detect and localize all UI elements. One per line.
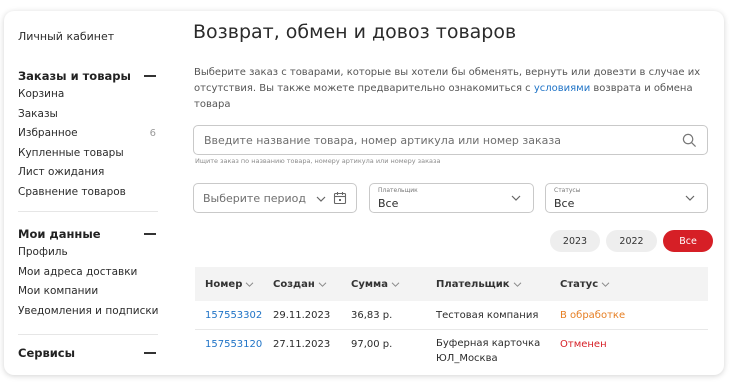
chevron-down-icon — [513, 281, 521, 287]
sidebar-item-label: Корзина — [18, 88, 65, 100]
year-all-button[interactable]: Все — [663, 230, 713, 252]
sidebar-item-label: Уведомления и подписки — [18, 304, 159, 317]
page-description: Выберите заказ с товарами, которые вы хо… — [194, 65, 706, 113]
sidebar: Личный кабинет Заказы и товары Корзина З… — [4, 11, 169, 375]
sidebar-item-purchased[interactable]: Купленные товары — [18, 144, 158, 164]
sidebar-item-favorites[interactable]: Избранное 6 — [18, 124, 158, 144]
calendar-icon[interactable] — [333, 191, 347, 205]
sidebar-divider — [18, 334, 158, 335]
payer-value: Все — [378, 197, 399, 210]
sidebar-cabinet-link[interactable]: Личный кабинет — [18, 30, 114, 43]
conditions-link[interactable]: условиями — [534, 83, 590, 94]
sidebar-item-label: Сравнение товаров — [18, 185, 126, 198]
search-hint: Ищите заказ по названию товара, номеру а… — [195, 157, 441, 165]
order-status: В обработке — [560, 310, 626, 321]
year-filter: 2023 2022 Все — [550, 230, 713, 252]
period-picker[interactable]: Выберите период — [193, 183, 357, 213]
sidebar-item-notifications[interactable]: Уведомления и подписки — [18, 302, 159, 322]
search-input[interactable]: Введите название товара, номер артикула … — [193, 125, 708, 155]
chevron-down-icon — [601, 281, 610, 287]
order-number-link[interactable]: 157553302 — [195, 301, 263, 329]
sidebar-divider — [18, 211, 158, 212]
table-row[interactable]: 157553302 29.11.2023 36,83 р. Тестовая к… — [195, 301, 708, 330]
sidebar-section-header[interactable]: Мои данные — [18, 225, 158, 243]
chevron-down-icon — [246, 281, 254, 287]
period-placeholder: Выберите период — [203, 192, 307, 205]
chevron-down-icon — [391, 281, 400, 287]
table-row[interactable]: 157553120 27.11.2023 97,00 р. Буферная к… — [195, 330, 708, 372]
sidebar-section-title: Мои данные — [18, 227, 101, 241]
column-label: Номер — [205, 278, 243, 290]
sidebar-section-mydata: Мои данные Профиль Мои адреса доставки М… — [18, 225, 159, 322]
column-label: Создан — [273, 278, 315, 290]
sidebar-item-label: Профиль — [18, 246, 68, 258]
sidebar-section-orders: Заказы и товары Корзина Заказы Избранное… — [18, 67, 158, 202]
payer-select[interactable]: Плательщик Все — [369, 183, 534, 213]
status-select[interactable]: Статусы Все — [545, 183, 708, 213]
search-placeholder: Введите название товара, номер артикула … — [204, 133, 561, 147]
column-status[interactable]: Статус — [553, 279, 703, 290]
sidebar-section-title: Заказы и товары — [18, 69, 131, 83]
order-sum: 97,00 р. — [351, 339, 393, 350]
account-card: Личный кабинет Заказы и товары Корзина З… — [4, 11, 724, 375]
column-label: Плательщик — [436, 278, 510, 290]
column-label: Сумма — [351, 278, 388, 290]
status-label: Статусы — [554, 187, 581, 194]
sidebar-item-label: Мои адреса доставки — [18, 265, 138, 278]
status-value: Все — [554, 197, 575, 210]
chevron-down-icon — [316, 196, 326, 202]
order-status: Отменен — [560, 339, 607, 350]
column-label: Статус — [560, 278, 599, 290]
sidebar-item-label: Избранное — [18, 127, 78, 139]
order-number-link[interactable]: 157553120 — [195, 330, 263, 372]
column-sum[interactable]: Сумма — [343, 279, 428, 290]
year-2023-button[interactable]: 2023 — [550, 230, 600, 252]
search-icon[interactable] — [682, 133, 697, 148]
sidebar-item-label: Мои компании — [18, 285, 99, 297]
sidebar-section-header[interactable]: Заказы и товары — [18, 67, 158, 85]
sidebar-item-cart[interactable]: Корзина — [18, 85, 158, 105]
chevron-down-icon — [685, 195, 695, 201]
sidebar-section-services: Сервисы — [18, 344, 158, 362]
order-created: 27.11.2023 — [273, 339, 331, 350]
order-payer: Тестовая компания — [436, 310, 539, 321]
sidebar-item-label: Купленные товары — [18, 146, 124, 159]
column-number[interactable]: Номер — [195, 279, 263, 290]
orders-table: Номер Создан Сумма Плательщик Статус 157… — [195, 267, 708, 372]
sidebar-item-companies[interactable]: Мои компании — [18, 282, 158, 302]
sidebar-item-orders[interactable]: Заказы — [18, 105, 158, 125]
page-title: Возврат, обмен и довоз товаров — [193, 21, 517, 43]
sidebar-section-title: Сервисы — [18, 346, 76, 360]
chevron-down-icon — [511, 195, 521, 201]
collapse-icon[interactable] — [144, 233, 156, 235]
sidebar-item-addresses[interactable]: Мои адреса доставки — [18, 263, 158, 283]
collapse-icon[interactable] — [144, 352, 156, 354]
sidebar-item-profile[interactable]: Профиль — [18, 243, 158, 263]
sidebar-item-compare[interactable]: Сравнение товаров — [18, 183, 158, 203]
order-payer: Буферная карточка ЮЛ_Москва — [436, 338, 541, 364]
year-2022-button[interactable]: 2022 — [606, 230, 657, 252]
collapse-icon[interactable] — [144, 75, 156, 77]
sidebar-item-label: Заказы — [18, 107, 58, 120]
order-sum: 36,83 р. — [351, 310, 393, 321]
column-created[interactable]: Создан — [263, 279, 343, 290]
payer-label: Плательщик — [378, 187, 418, 194]
sidebar-section-header[interactable]: Сервисы — [18, 344, 158, 362]
sidebar-item-waitlist[interactable]: Лист ожидания — [18, 163, 158, 183]
chevron-down-icon — [318, 281, 327, 287]
order-created: 29.11.2023 — [273, 310, 331, 321]
sidebar-item-label: Лист ожидания — [18, 166, 105, 178]
column-payer[interactable]: Плательщик — [428, 279, 553, 290]
favorites-count: 6 — [149, 128, 156, 139]
table-header: Номер Создан Сумма Плательщик Статус — [195, 267, 708, 301]
